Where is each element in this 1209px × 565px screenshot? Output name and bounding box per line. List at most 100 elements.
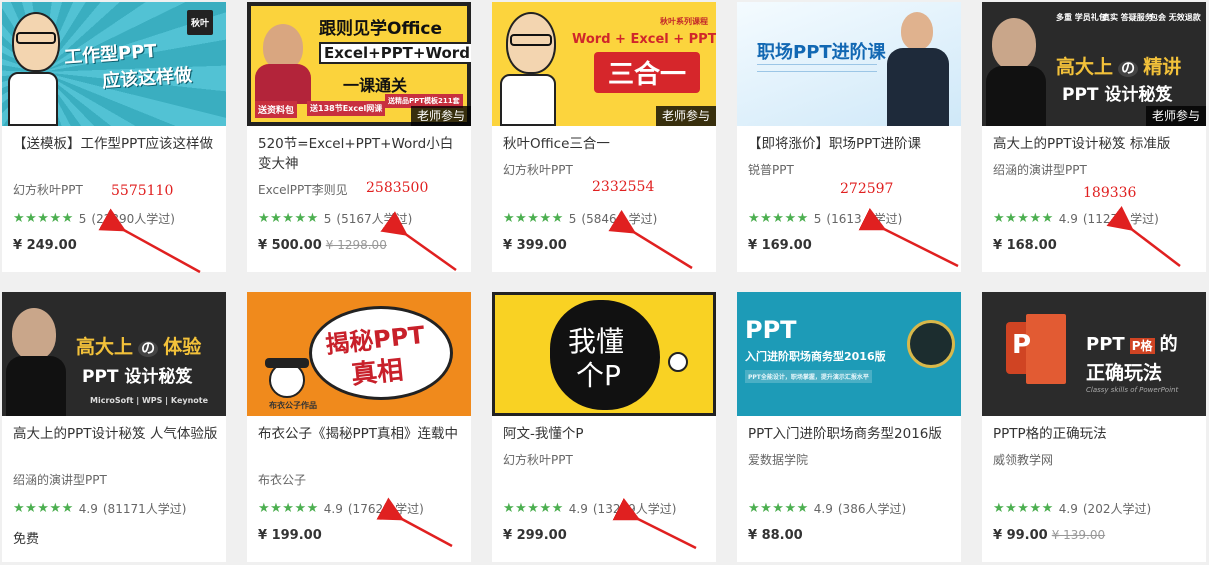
software-list: MicroSoft | WPS | Keynote — [90, 396, 209, 405]
price-row: ¥ 249.00 — [13, 238, 77, 253]
original-price: ¥ 1298.00 — [325, 238, 387, 252]
powerpoint-letter: P — [1012, 330, 1032, 360]
teacher-face — [992, 18, 1036, 70]
annotation-number: 272597 — [840, 181, 894, 197]
course-card[interactable]: 工作型PPT 应该这样做 秋叶 【送模板】工作型PPT应该这样做 幻方秋叶PPT… — [2, 2, 226, 272]
thumb-line2: Excel+PPT+Word — [319, 42, 471, 64]
course-title[interactable]: 520节=Excel+PPT+Word小白变大神 — [258, 134, 463, 174]
course-card[interactable]: 我懂 个P 阿文-我懂个P 幻方秋叶PPT ★★★★★ 4.9 (13229人学… — [492, 292, 716, 562]
cartoon-body — [8, 72, 58, 126]
thumb-line1: 职场PPT进阶课 — [757, 42, 886, 63]
course-grid: 工作型PPT 应该这样做 秋叶 【送模板】工作型PPT应该这样做 幻方秋叶PPT… — [0, 0, 1209, 565]
course-title[interactable]: 布衣公子《揭秘PPT真相》连载中 — [258, 424, 463, 444]
course-author[interactable]: 绍涵的演讲型PPT — [993, 161, 1087, 178]
teacher-face — [901, 12, 933, 50]
course-author[interactable]: 布衣公子 — [258, 471, 306, 488]
course-title[interactable]: 高大上的PPT设计秘笈 人气体验版 — [13, 424, 218, 444]
thumb-line2: 正确玩法 — [1086, 362, 1163, 384]
rating-score: 5 — [568, 211, 577, 226]
hat-icon — [265, 358, 309, 368]
star-rating-icon: ★★★★★ — [748, 501, 809, 516]
rating-score: 5 — [323, 211, 332, 226]
learner-count: (386人学过) — [837, 502, 907, 516]
course-author[interactable]: 幻方秋叶PPT — [503, 161, 573, 178]
price: ¥ 249.00 — [13, 238, 77, 253]
course-title[interactable]: 秋叶Office三合一 — [503, 134, 708, 154]
course-author[interactable]: 幻方秋叶PPT — [503, 451, 573, 468]
course-thumbnail[interactable]: 工作型PPT 应该这样做 秋叶 — [2, 2, 226, 126]
price: ¥ 168.00 — [993, 238, 1057, 253]
course-thumbnail[interactable]: 揭秘PPT 真相 布衣公子作品 — [247, 292, 471, 416]
price: ¥ 88.00 — [748, 528, 803, 543]
price-row: ¥ 168.00 — [993, 238, 1057, 253]
course-author[interactable]: 锐普PPT — [748, 161, 794, 178]
price-row: ¥ 399.00 — [503, 238, 567, 253]
rating-row: ★★★★★ 4.9 (1127人学过) — [993, 210, 1159, 227]
rating-score: 4.9 — [813, 501, 833, 516]
thumbnail-art: 高大上 の 体验 PPT 设计秘笈 MicroSoft | WPS | Keyn… — [2, 292, 226, 416]
thumb-line1: Word + Excel + PPT — [572, 32, 716, 47]
thumb-line1-part: 高大上 — [1056, 56, 1114, 78]
annotation-number: 189336 — [1083, 185, 1137, 201]
gift-tag: 送资料包 — [255, 101, 298, 118]
course-title[interactable]: 高大上的PPT设计秘笈 标准版 — [993, 134, 1198, 154]
course-author[interactable]: 幻方秋叶PPT — [13, 181, 83, 198]
rating-score: 5 — [78, 211, 87, 226]
course-author[interactable]: 威领教学网 — [993, 451, 1053, 468]
course-card[interactable]: 职场PPT进阶课 【即将涨价】职场PPT进阶课 锐普PPT ★★★★★ 5 (1… — [737, 2, 961, 272]
price: 免费 — [13, 532, 40, 547]
course-thumbnail[interactable]: PPT 入门进阶职场商务型2016版 PPT全能设计，职场掌握，提升演示汇报水平 — [737, 292, 961, 416]
course-card[interactable]: 秋叶系列课程 Word + Excel + PPT 三合一 老师参与 秋叶Off… — [492, 2, 716, 272]
teacher-body — [986, 66, 1046, 126]
thumb-line1-part: 精讲 — [1143, 56, 1182, 78]
course-title[interactable]: 阿文-我懂个P — [503, 424, 708, 444]
thumb-line1: 跟则见学Office — [319, 19, 443, 39]
price: ¥ 99.00 — [993, 528, 1048, 543]
price-row: ¥ 88.00 — [748, 528, 803, 543]
teacher-body — [6, 356, 66, 416]
course-card[interactable]: 高大上 の 体验 PPT 设计秘笈 MicroSoft | WPS | Keyn… — [2, 292, 226, 562]
learner-count: (5167人学过) — [336, 212, 413, 226]
decor-line — [757, 64, 877, 72]
course-thumbnail[interactable]: 我懂 个P — [492, 292, 716, 416]
course-card[interactable]: 多重 学员礼包 真实 答疑服务 包会 无效退款 高大上 の 精讲 PPT 设计秘… — [982, 2, 1206, 272]
course-thumbnail[interactable]: 多重 学员礼包 真实 答疑服务 包会 无效退款 高大上 の 精讲 PPT 设计秘… — [982, 2, 1206, 126]
thumb-line1: 高大上 の 体验 — [76, 332, 201, 359]
thumb-line1-part: 体验 — [163, 336, 202, 358]
series-label: 秋叶系列课程 — [660, 17, 708, 26]
star-rating-icon: ★★★★★ — [13, 501, 74, 516]
course-title[interactable]: PPT入门进阶职场商务型2016版 — [748, 424, 953, 444]
thumb-line1-part: 的 — [1159, 334, 1178, 355]
star-rating-icon: ★★★★★ — [993, 211, 1054, 226]
course-title[interactable]: PPTP格的正确玩法 — [993, 424, 1198, 444]
course-thumbnail[interactable]: 跟则见学Office Excel+PPT+Word 一课通关 送资料包 送138… — [247, 2, 471, 126]
course-card[interactable]: PPT 入门进阶职场商务型2016版 PPT全能设计，职场掌握，提升演示汇报水平… — [737, 292, 961, 562]
learner-count: (1613人学过) — [826, 212, 903, 226]
teacher-body — [255, 64, 311, 104]
course-card[interactable]: P PPT P格 的 正确玩法 Classy skills of PowerPo… — [982, 292, 1206, 562]
thumb-line1-part: 高大上 — [76, 336, 134, 358]
thumb-line3: PPT全能设计，职场掌握，提升演示汇报水平 — [745, 370, 872, 383]
learner-count: (1762人学过) — [347, 502, 424, 516]
thumb-line2: 真相 — [349, 355, 405, 391]
price: ¥ 399.00 — [503, 238, 567, 253]
rating-score: 5 — [813, 211, 822, 226]
course-thumbnail[interactable]: 职场PPT进阶课 — [737, 2, 961, 126]
bonus-label: 多重 学员礼包 — [1056, 13, 1107, 22]
course-author[interactable]: ExcelPPT李则见 — [258, 181, 348, 198]
rating-row: ★★★★★ 4.9 (1762人学过) — [258, 500, 424, 517]
course-thumbnail[interactable]: 高大上 の 体验 PPT 设计秘笈 MicroSoft | WPS | Keyn… — [2, 292, 226, 416]
thumb-caption: 布衣公子作品 — [269, 401, 317, 410]
course-author[interactable]: 爱数据学院 — [748, 451, 808, 468]
learner-count: (1127人学过) — [1082, 212, 1159, 226]
thumbnail-art: 揭秘PPT 真相 布衣公子作品 — [247, 292, 471, 416]
course-author[interactable]: 绍涵的演讲型PPT — [13, 471, 107, 488]
course-thumbnail[interactable]: P PPT P格 的 正确玩法 Classy skills of PowerPo… — [982, 292, 1206, 416]
course-title[interactable]: 【送模板】工作型PPT应该这样做 — [13, 134, 218, 154]
course-card[interactable]: 揭秘PPT 真相 布衣公子作品 布衣公子《揭秘PPT真相》连载中 布衣公子 ★★… — [247, 292, 471, 562]
course-card[interactable]: 跟则见学Office Excel+PPT+Word 一课通关 送资料包 送138… — [247, 2, 471, 272]
course-thumbnail[interactable]: 秋叶系列课程 Word + Excel + PPT 三合一 老师参与 — [492, 2, 716, 126]
thumbnail-art: PPT 入门进阶职场商务型2016版 PPT全能设计，职场掌握，提升演示汇报水平 — [737, 292, 961, 416]
learner-count: (81171人学过) — [102, 502, 187, 516]
course-title[interactable]: 【即将涨价】职场PPT进阶课 — [748, 134, 953, 154]
